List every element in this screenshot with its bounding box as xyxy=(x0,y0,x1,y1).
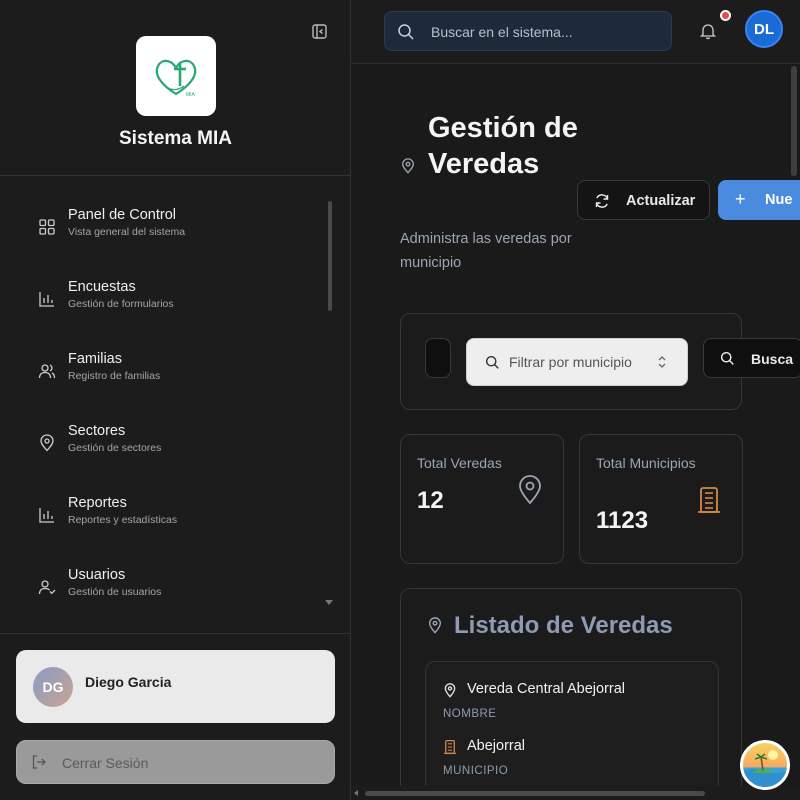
user-name: Diego Garcia xyxy=(85,674,172,690)
sidebar-item-sectores[interactable]: Sectores Gestión de sectores xyxy=(22,408,312,464)
sidebar-item-label: Sectores xyxy=(68,423,126,439)
logo-text: MIA xyxy=(186,92,196,98)
refresh-label: Actualizar xyxy=(626,193,696,209)
stat-label: Total Veredas xyxy=(417,455,502,471)
sidebar-item-sublabel: Gestión de formularios xyxy=(68,298,174,310)
building-icon xyxy=(443,739,457,755)
main-horizontal-scrollbar[interactable] xyxy=(351,786,800,800)
logout-button[interactable]: Cerrar Sesión xyxy=(16,740,335,784)
refresh-icon xyxy=(594,193,610,209)
sidebar-item-sublabel: Gestión de usuarios xyxy=(68,586,162,598)
logout-icon xyxy=(31,754,47,770)
user-profile-card[interactable]: DG Diego Garcia xyxy=(16,650,335,723)
avatar: DG xyxy=(33,667,73,707)
main-vertical-scrollbar[interactable] xyxy=(791,66,797,176)
sidebar-item-usuarios[interactable]: Usuarios Gestión de usuarios xyxy=(22,552,312,608)
sidebar-item-label: Familias xyxy=(68,351,122,367)
scroll-left-arrow-icon[interactable] xyxy=(354,790,358,796)
new-label: Nue xyxy=(765,192,793,208)
filter-search-label: Busca xyxy=(751,351,794,367)
assistant-badge-icon[interactable] xyxy=(740,740,790,790)
top-bar: DL xyxy=(351,0,800,64)
sidebar-collapse-icon[interactable] xyxy=(311,23,329,41)
building-icon xyxy=(696,485,722,515)
search-input[interactable] xyxy=(431,20,661,44)
sidebar-item-sublabel: Vista general del sistema xyxy=(68,226,186,238)
app-logo: MIA xyxy=(136,36,216,116)
stat-card-total-veredas: Total Veredas 12 xyxy=(400,434,564,564)
divider xyxy=(0,633,351,634)
sidebar-item-label: Reportes xyxy=(68,495,127,511)
dashboard-icon xyxy=(38,218,56,236)
list-title: Listado de Veredas xyxy=(454,612,673,639)
user-check-icon xyxy=(38,578,56,596)
filter-toggle[interactable] xyxy=(425,338,451,378)
vereda-name: Vereda Central Abejorral xyxy=(467,681,625,697)
app-name: Sistema MIA xyxy=(119,128,232,149)
bar-chart-icon xyxy=(38,290,56,308)
users-icon xyxy=(38,362,56,380)
sidebar-item-panel-de-control[interactable]: Panel de Control Vista general del siste… xyxy=(22,192,312,248)
search-icon xyxy=(485,355,500,370)
map-pin-icon xyxy=(517,475,543,505)
sidebar-item-sublabel: Registro de familias xyxy=(68,370,161,382)
logout-label: Cerrar Sesión xyxy=(62,755,149,771)
sidebar-item-label: Usuarios xyxy=(68,567,126,583)
map-pin-icon xyxy=(443,682,457,698)
refresh-button[interactable]: Actualizar xyxy=(577,180,710,220)
sidebar-item-sublabel: Reportes y estadísticas xyxy=(68,514,178,526)
sidebar-nav: Panel de Control Vista general del siste… xyxy=(0,192,351,612)
scrollbar-thumb[interactable] xyxy=(365,791,705,796)
map-pin-icon xyxy=(427,616,443,634)
new-vereda-button[interactable]: + Nue xyxy=(718,180,800,220)
plus-icon: + xyxy=(735,189,746,209)
veredas-list-card: Listado de Veredas Vereda Central Abejor… xyxy=(400,588,742,786)
filter-search-button[interactable]: Busca xyxy=(703,338,800,378)
page-subtitle: Administra las veredas por municipio xyxy=(400,231,572,271)
list-item[interactable]: Vereda Central Abejorral NOMBRE Abejorra… xyxy=(425,661,719,786)
sidebar-item-encuestas[interactable]: Encuestas Gestión de formularios xyxy=(22,264,312,320)
stat-label: Total Municipios xyxy=(596,455,696,471)
map-pin-icon xyxy=(400,158,416,174)
sidebar-item-label: Panel de Control xyxy=(68,207,177,223)
scroll-down-arrow-icon[interactable] xyxy=(325,600,333,605)
avatar[interactable]: DL xyxy=(745,10,783,48)
chevron-up-down-icon xyxy=(657,354,667,370)
page-title: Gestión de Veredas xyxy=(428,112,578,180)
global-search[interactable] xyxy=(384,11,672,51)
sidebar-item-label: Encuestas xyxy=(68,279,136,295)
sidebar-item-familias[interactable]: Familias Registro de familias xyxy=(22,336,312,392)
field-key: NOMBRE xyxy=(443,708,497,720)
municipio-filter-select[interactable]: Filtrar por municipio xyxy=(466,338,688,386)
filter-panel: Filtrar por municipio Busca xyxy=(400,313,800,410)
field-key: MUNICIPIO xyxy=(443,765,509,777)
sidebar: MIA Sistema MIA Panel de Control Vista g… xyxy=(0,0,351,800)
sidebar-item-reportes[interactable]: Reportes Reportes y estadísticas xyxy=(22,480,312,536)
stat-value: 1123 xyxy=(596,507,649,534)
notification-dot xyxy=(720,10,731,21)
stat-value: 12 xyxy=(417,487,444,514)
bell-icon[interactable] xyxy=(699,22,717,40)
search-icon xyxy=(397,23,415,41)
municipio-filter-label: Filtrar por municipio xyxy=(509,354,632,370)
divider xyxy=(0,175,351,176)
search-icon xyxy=(720,351,735,366)
municipio-name: Abejorral xyxy=(467,738,526,754)
sidebar-item-sublabel: Gestión de sectores xyxy=(68,442,162,454)
sidebar-scrollbar[interactable] xyxy=(328,201,332,311)
map-pin-icon xyxy=(38,434,56,452)
main-content: Gestión de Veredas Administra las vereda… xyxy=(351,64,800,786)
bar-chart-icon xyxy=(38,506,56,524)
stat-card-total-municipios: Total Municipios 1123 xyxy=(579,434,743,564)
